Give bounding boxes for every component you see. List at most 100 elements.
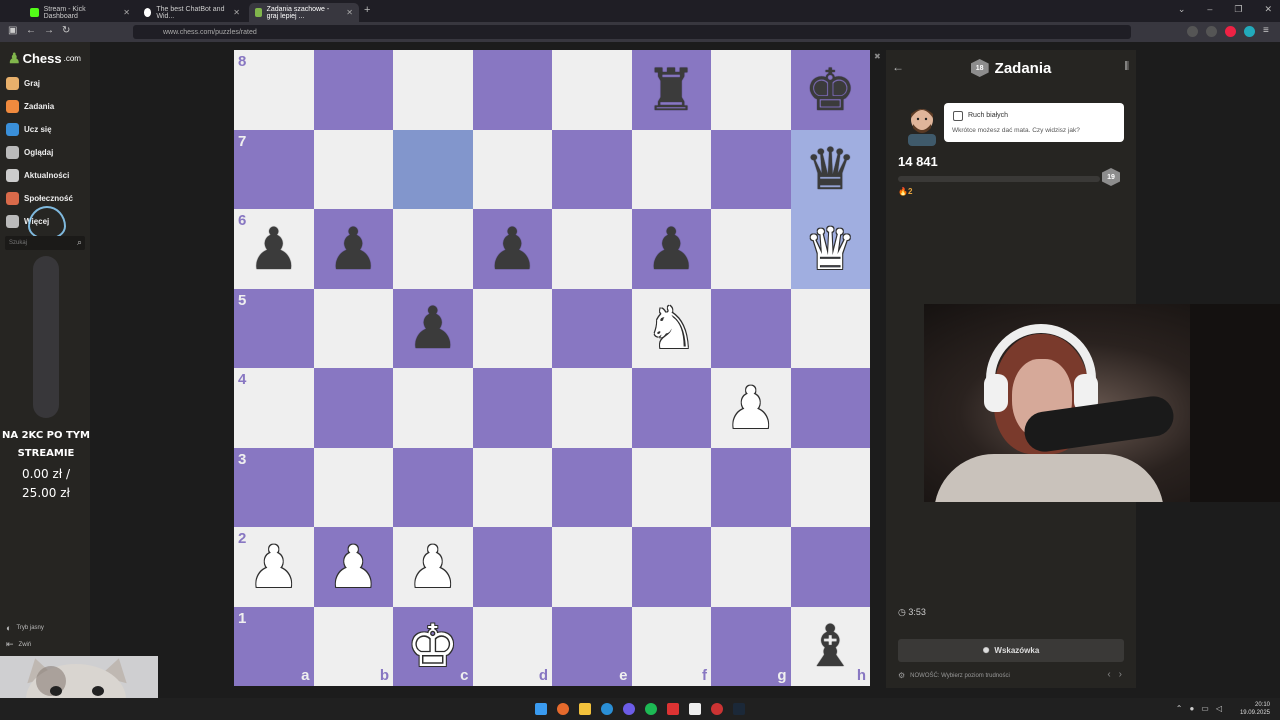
volume-icon[interactable]: ◁ xyxy=(1216,704,1222,713)
chess-logo[interactable]: ♟ Chess .com xyxy=(8,50,81,67)
edge-icon[interactable] xyxy=(601,703,613,715)
black-queen[interactable]: ♛ xyxy=(804,140,856,198)
sidebar-item-graj[interactable]: Graj xyxy=(6,74,40,92)
steam-icon[interactable] xyxy=(733,703,745,715)
address-bar[interactable]: www.chess.com/puzzles/rated xyxy=(133,25,1131,39)
white-knight[interactable]: ♞ xyxy=(645,299,697,357)
square-a8[interactable]: 8 xyxy=(234,50,314,130)
square-h7[interactable]: ♛ xyxy=(790,129,870,209)
square-h8[interactable]: ♚ xyxy=(790,50,870,130)
black-king[interactable]: ♚ xyxy=(804,61,856,119)
reload-icon[interactable]: ↻ xyxy=(62,25,70,36)
square-g7[interactable] xyxy=(711,129,791,209)
restore-icon[interactable]: ❐ xyxy=(1234,4,1242,15)
square-d8[interactable] xyxy=(472,50,552,130)
new-tab-button[interactable]: + xyxy=(364,4,370,16)
square-d1[interactable]: d xyxy=(472,606,552,686)
square-e5[interactable] xyxy=(552,288,632,368)
menu-icon[interactable]: ≡ xyxy=(1263,25,1269,36)
square-d7[interactable] xyxy=(472,129,552,209)
square-b2[interactable]: ♟ xyxy=(313,527,393,607)
square-a2[interactable]: 2 ♟ xyxy=(234,527,314,607)
hint-button[interactable]: ✺ Wskazówka xyxy=(898,639,1124,662)
square-g6[interactable] xyxy=(711,209,791,289)
close-icon[interactable]: ✖ xyxy=(874,52,881,61)
square-b4[interactable] xyxy=(313,368,393,448)
chevron-right-icon[interactable]: › xyxy=(1119,669,1122,680)
chevron-down-icon[interactable]: ⌄ xyxy=(1178,4,1186,15)
sidebar-toggle-icon[interactable]: ▣ xyxy=(8,25,17,36)
spotify-icon[interactable] xyxy=(645,703,657,715)
square-d6[interactable]: ♟ xyxy=(472,209,552,289)
tab-chatbot[interactable]: The best ChatBot and Wid... ✕ xyxy=(138,3,246,22)
square-c6[interactable] xyxy=(393,209,473,289)
square-e4[interactable] xyxy=(552,368,632,448)
white-queen[interactable]: ♛ xyxy=(804,220,856,278)
sidebar-item-ucz-się[interactable]: Ucz się xyxy=(6,120,52,138)
square-c5[interactable]: ♟ xyxy=(393,288,473,368)
black-pawn[interactable]: ♟ xyxy=(486,220,538,278)
close-icon[interactable]: ✕ xyxy=(233,8,240,17)
square-h6[interactable]: ♛ xyxy=(790,209,870,289)
square-g4[interactable]: ♟ xyxy=(711,368,791,448)
square-f5[interactable]: ♞ xyxy=(631,288,711,368)
extension-icon[interactable] xyxy=(1187,26,1198,37)
close-window-icon[interactable]: ✕ xyxy=(1264,4,1272,15)
square-c2[interactable]: ♟ xyxy=(393,527,473,607)
extension-icon[interactable] xyxy=(1225,26,1236,37)
black-rook[interactable]: ♜ xyxy=(645,61,697,119)
square-b7[interactable] xyxy=(313,129,393,209)
square-f6[interactable]: ♟ xyxy=(631,209,711,289)
search-icon[interactable]: ⌕ xyxy=(77,237,82,248)
chess-board[interactable]: 8 ♜ ♚ 7 ♛ 6 ♟ ♟ ♟ ♟ ♛ 5 ♟ ♞ 4 ♟ 3 2 ♟ ♟ ♟ 1 a b c ♚ d e f g h ♝ xyxy=(234,50,870,686)
sidebar-item-społeczność[interactable]: Społeczność xyxy=(6,189,73,207)
black-pawn[interactable]: ♟ xyxy=(327,220,379,278)
square-c7[interactable] xyxy=(393,129,473,209)
square-e7[interactable] xyxy=(552,129,632,209)
square-a1[interactable]: 1a xyxy=(234,606,314,686)
square-g2[interactable] xyxy=(711,527,791,607)
square-b6[interactable]: ♟ xyxy=(313,209,393,289)
square-a5[interactable]: 5 xyxy=(234,288,314,368)
square-a7[interactable]: 7 xyxy=(234,129,314,209)
mic-tray-icon[interactable]: ● xyxy=(1189,704,1194,713)
black-pawn[interactable]: ♟ xyxy=(645,220,697,278)
close-icon[interactable]: ✕ xyxy=(123,8,130,17)
close-icon[interactable]: ✕ xyxy=(346,8,353,17)
square-a4[interactable]: 4 xyxy=(234,368,314,448)
square-e6[interactable] xyxy=(552,209,632,289)
square-g5[interactable] xyxy=(711,288,791,368)
square-b8[interactable] xyxy=(313,50,393,130)
square-b3[interactable] xyxy=(313,447,393,527)
square-d4[interactable] xyxy=(472,368,552,448)
square-e2[interactable] xyxy=(552,527,632,607)
square-f8[interactable]: ♜ xyxy=(631,50,711,130)
sidebar-scroll-area[interactable] xyxy=(33,256,59,418)
forward-icon[interactable]: → xyxy=(44,25,54,36)
square-c1[interactable]: c ♚ xyxy=(393,606,473,686)
search-input[interactable]: Szukaj ⌕ xyxy=(5,236,85,250)
square-h5[interactable] xyxy=(790,288,870,368)
firefox-icon[interactable] xyxy=(557,703,569,715)
square-f4[interactable] xyxy=(631,368,711,448)
minimize-icon[interactable]: – xyxy=(1207,4,1212,15)
white-pawn[interactable]: ♟ xyxy=(407,538,459,596)
chevron-up-icon[interactable]: ⌃ xyxy=(1176,704,1183,713)
square-e8[interactable] xyxy=(552,50,632,130)
tab-kick-dashboard[interactable]: Stream - Kick Dashboard ✕ xyxy=(24,3,136,22)
square-f1[interactable]: f xyxy=(631,606,711,686)
square-h2[interactable] xyxy=(790,527,870,607)
square-g3[interactable] xyxy=(711,447,791,527)
square-a6[interactable]: 6 ♟ xyxy=(234,209,314,289)
notes-icon[interactable] xyxy=(689,703,701,715)
tab-chess-puzzles[interactable]: Zadania szachowe - graj lepiej ... ✕ xyxy=(249,3,359,22)
network-icon[interactable]: ▭ xyxy=(1201,704,1209,713)
sidebar-item-zadania[interactable]: Zadania xyxy=(6,97,54,115)
extension-icon[interactable] xyxy=(1244,26,1255,37)
white-king[interactable]: ♚ xyxy=(407,617,459,675)
light-mode-toggle[interactable]: ◐ Tryb jasny xyxy=(6,623,44,633)
stats-icon[interactable]: ⫼ xyxy=(1124,61,1129,72)
square-c3[interactable] xyxy=(393,447,473,527)
sidebar-item-oglądaj[interactable]: Oglądaj xyxy=(6,143,53,161)
chevron-left-icon[interactable]: ‹ xyxy=(1107,669,1110,680)
